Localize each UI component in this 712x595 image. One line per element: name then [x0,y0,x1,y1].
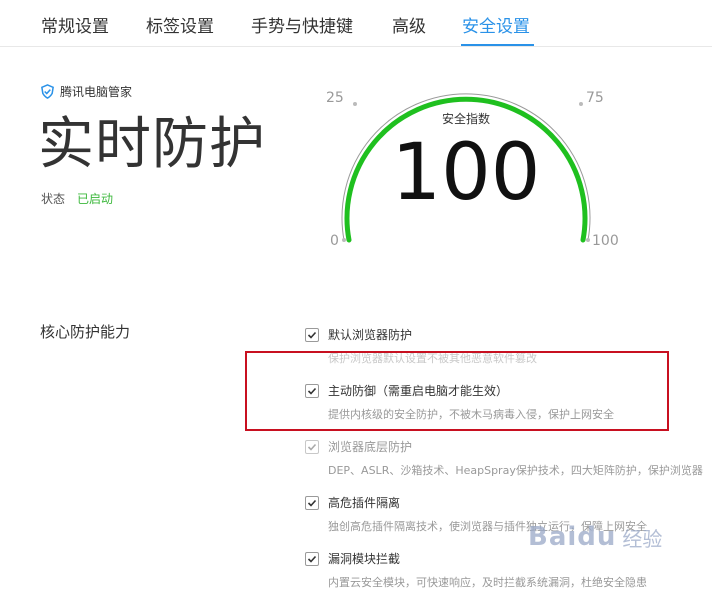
checkmark-icon [307,331,317,339]
option-title: 默认浏览器防护 [328,328,413,342]
option-browser-low-level-protection: 浏览器底层防护 DEP、ASLR、沙箱技术、HeapSpray保护技术，四大矩阵… [305,438,703,478]
option-title: 漏洞模块拦截 [328,552,401,566]
option-title: 高危插件隔离 [328,496,401,510]
core-protection-section-label: 核心防护能力 [40,323,131,341]
gauge-tick-marker-25 [353,102,357,106]
gauge-tick-25: 25 [326,90,344,106]
gauge-tick-75: 75 [586,90,604,106]
checkmark-icon [307,443,317,451]
security-index-gauge [341,93,591,243]
checkmark-icon [307,499,317,507]
gauge-caption: 安全指数 [441,112,490,126]
checkbox-vulnerability-module-block[interactable] [305,551,319,566]
gauge-tick-marker-75 [579,102,583,106]
watermark-text: Baidu [528,522,617,552]
option-description: DEP、ASLR、沙箱技术、HeapSpray保护技术，四大矩阵防护，保护浏览器 [328,464,703,477]
option-description: 内置云安全模块，可快速响应，及时拦截系统漏洞，杜绝安全隐患 [328,576,647,589]
gauge-tick-marker-0 [342,238,346,242]
highlight-box [245,351,669,431]
checkbox-high-risk-plugin-isolation[interactable] [305,495,319,510]
checkmark-icon [307,555,317,563]
gauge-tick-0: 0 [330,233,339,249]
option-vulnerability-module-block: 漏洞模块拦截 内置云安全模块，可快速响应，及时拦截系统漏洞，杜绝安全隐患 [305,550,647,590]
gauge-tick-marker-100 [586,238,590,242]
option-title: 浏览器底层防护 [328,440,413,454]
checkbox-default-browser-protection[interactable] [305,327,319,342]
gauge-value: 100 [391,128,541,218]
checkbox-browser-low-level-protection[interactable] [305,439,319,454]
baidu-watermark: Baidu 经验 [528,522,662,552]
gauge-tick-100: 100 [592,233,619,249]
watermark-cn: 经验 [622,526,663,551]
